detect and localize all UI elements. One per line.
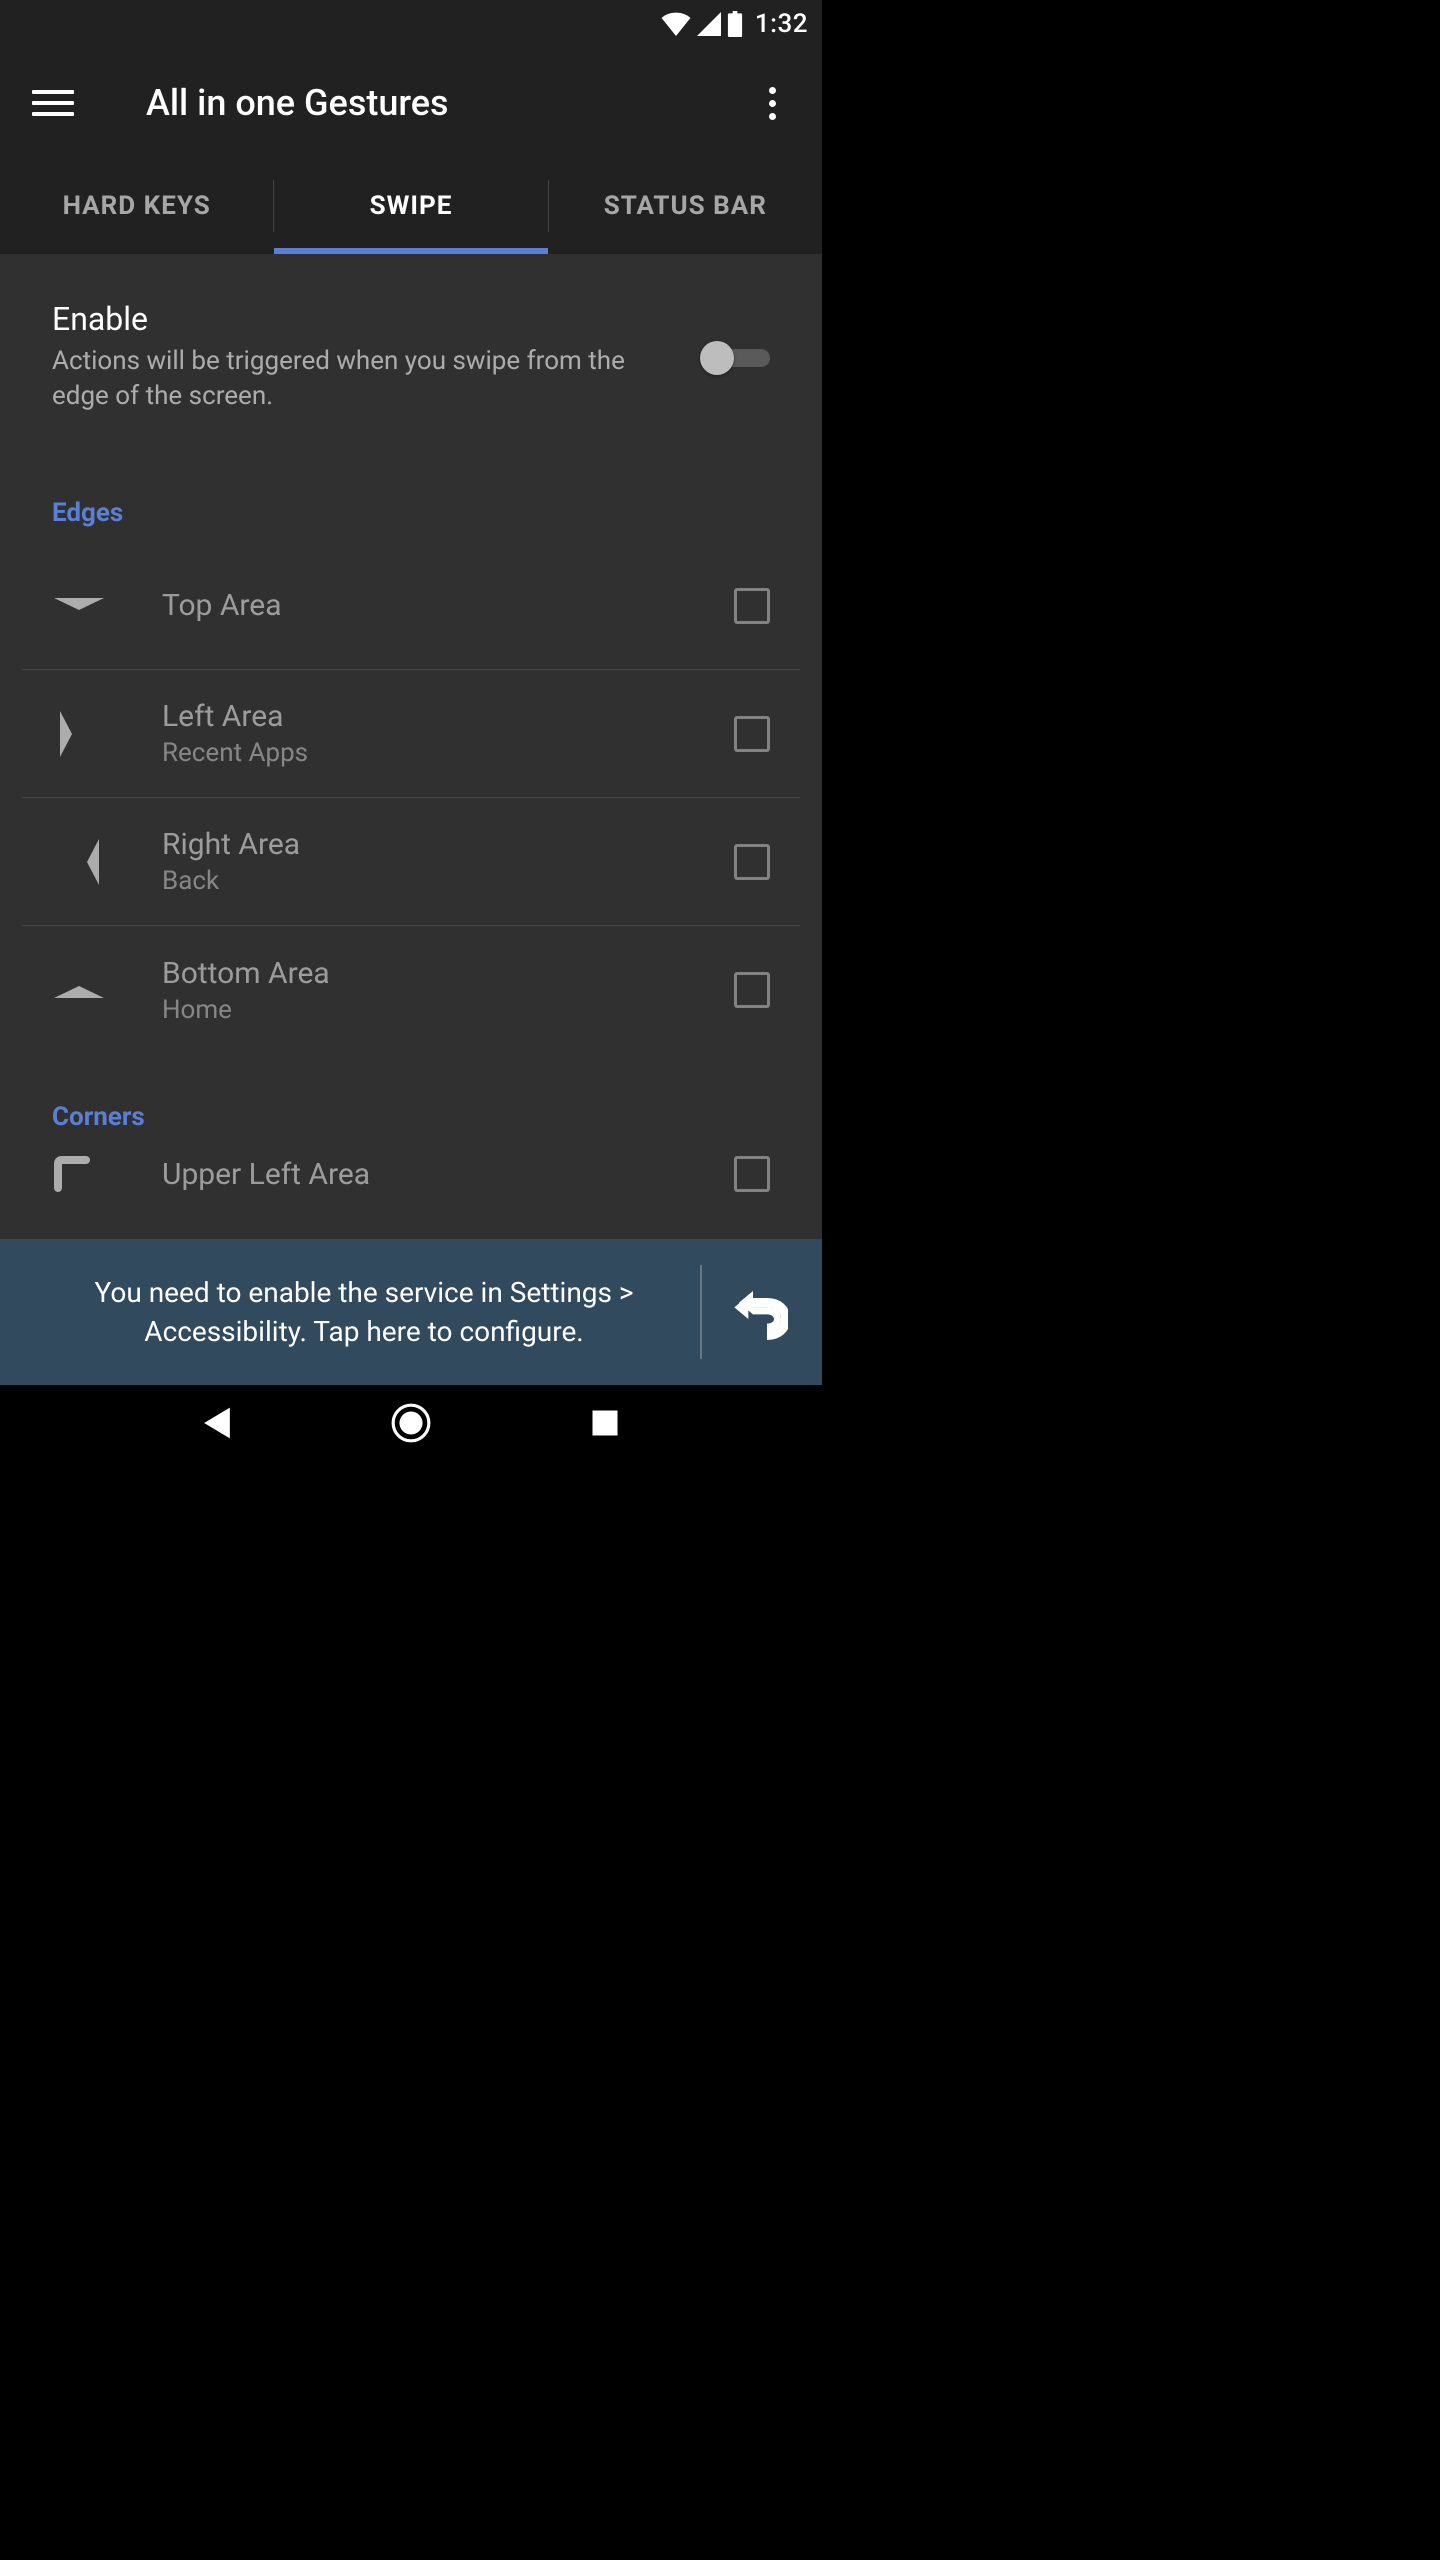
corner-upper-left-icon — [52, 1154, 132, 1194]
list-item-title: Right Area — [162, 827, 734, 862]
overflow-menu-icon[interactable] — [754, 79, 790, 127]
nav-back-button[interactable] — [187, 1393, 247, 1453]
section-header-edges: Edges — [0, 450, 822, 542]
tab-bar: HARD KEYS SWIPE STATUS BAR — [0, 158, 822, 254]
arrow-left-icon — [52, 837, 132, 887]
battery-icon — [727, 11, 743, 37]
snackbar-separator — [700, 1265, 702, 1359]
arrow-right-icon — [52, 709, 132, 759]
enable-switch[interactable] — [700, 337, 770, 377]
wifi-icon — [661, 12, 691, 36]
hamburger-icon[interactable] — [32, 82, 74, 124]
tab-label: SWIPE — [370, 191, 453, 221]
list-item[interactable]: Bottom Area Home — [22, 926, 800, 1054]
snackbar-text: You need to enable the service in Settin… — [30, 1273, 674, 1351]
list-item-subtitle: Back — [162, 866, 734, 896]
tab-label: STATUS BAR — [604, 191, 767, 221]
tab-hard-keys[interactable]: HARD KEYS — [0, 158, 273, 254]
snackbar-undo-button[interactable] — [728, 1280, 792, 1344]
app-bar: All in one Gestures — [0, 48, 822, 158]
list-item[interactable]: Top Area — [22, 542, 800, 670]
list-item-subtitle: Home — [162, 995, 734, 1025]
tab-status-bar[interactable]: STATUS BAR — [549, 158, 822, 254]
list-item-checkbox[interactable] — [734, 588, 770, 624]
list-item[interactable]: Right Area Back — [22, 798, 800, 926]
tab-swipe[interactable]: SWIPE — [274, 158, 547, 254]
android-status-bar: 1:32 — [0, 0, 822, 48]
corners-list: Upper Left Area — [0, 1146, 822, 1212]
enable-row[interactable]: Enable Actions will be triggered when yo… — [0, 254, 822, 450]
list-item[interactable]: Left Area Recent Apps — [22, 670, 800, 798]
arrow-down-wide-icon — [52, 594, 132, 618]
nav-home-button[interactable] — [381, 1393, 441, 1453]
status-time: 1:32 — [755, 9, 808, 39]
list-item[interactable]: Upper Left Area — [22, 1146, 800, 1212]
undo-icon — [732, 1284, 788, 1340]
phone-frame: 1:32 All in one Gestures HARD KEYS SWIPE… — [0, 0, 822, 1461]
list-item-title: Left Area — [162, 699, 734, 734]
arrow-up-wide-icon — [52, 978, 132, 1002]
list-item-title: Upper Left Area — [162, 1157, 734, 1192]
android-nav-bar — [0, 1385, 822, 1461]
list-item-checkbox[interactable] — [734, 844, 770, 880]
cellular-icon — [697, 12, 721, 36]
list-item-checkbox[interactable] — [734, 972, 770, 1008]
tab-label: HARD KEYS — [63, 191, 211, 221]
enable-description: Actions will be triggered when you swipe… — [52, 344, 680, 414]
list-item-checkbox[interactable] — [734, 716, 770, 752]
section-header-corners: Corners — [0, 1054, 822, 1146]
list-item-checkbox[interactable] — [734, 1156, 770, 1192]
edges-list: Top Area Left Area Recent Apps — [0, 542, 822, 1054]
nav-recent-button[interactable] — [575, 1393, 635, 1453]
list-item-title: Bottom Area — [162, 956, 734, 991]
snackbar[interactable]: You need to enable the service in Settin… — [0, 1239, 822, 1385]
list-item-title: Top Area — [162, 588, 734, 623]
enable-title: Enable — [52, 300, 680, 338]
app-title: All in one Gestures — [146, 82, 449, 124]
list-item-subtitle: Recent Apps — [162, 738, 734, 768]
